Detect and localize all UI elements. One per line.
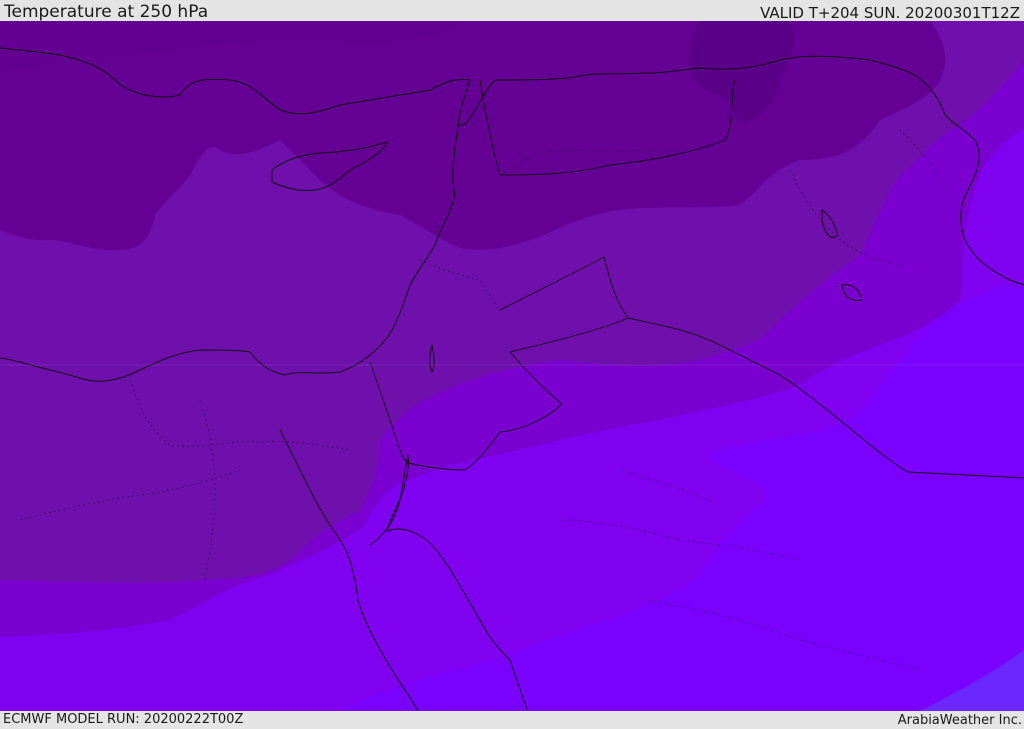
valid-time-label: VALID T+204 SUN. 20200301T12Z <box>760 4 1020 22</box>
temperature-map[interactable] <box>0 21 1024 711</box>
header-bar: Temperature at 250 hPa VALID T+204 SUN. … <box>0 0 1024 22</box>
map-canvas <box>0 21 1024 711</box>
map-title: Temperature at 250 hPa <box>4 2 209 22</box>
footer-bar: ECMWF MODEL RUN: 20200222T00Z ArabiaWeat… <box>0 711 1024 729</box>
model-run-label: ECMWF MODEL RUN: 20200222T00Z <box>3 712 244 727</box>
credit-label: ArabiaWeather Inc. <box>897 713 1022 728</box>
